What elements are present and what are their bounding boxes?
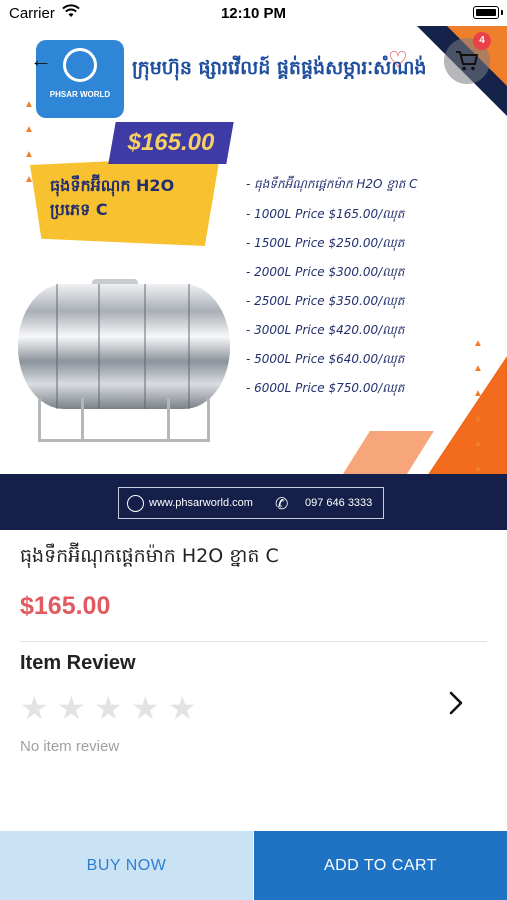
water-tank-illustration (18, 284, 230, 409)
chevron-right-icon (449, 691, 463, 715)
spec-row: - 2000L Price $300.00/ឈុត (246, 265, 405, 279)
spec-row: - 2500L Price $350.00/ឈុត (246, 294, 405, 308)
globe-icon (127, 495, 144, 512)
banner-price-tag: $165.00 (108, 122, 234, 164)
spec-row: - 1000L Price $165.00/ឈុត (246, 207, 405, 221)
back-arrow-icon: ← (30, 47, 52, 72)
cart-count-badge: 4 (473, 32, 491, 50)
product-image[interactable]: ▲▲▲▲ ▲▲▲▲▲▲▲ PHSAR WORLD ក្រុមហ៊ុន ផ្សារ… (0, 26, 507, 530)
heart-icon: ♡ (388, 47, 408, 72)
tank-ring (144, 284, 146, 409)
product-type-text: ធុងទឹកអ៊ីណុក H2O ប្រភេទ C (50, 176, 175, 219)
clock: 12:10 PM (220, 5, 287, 22)
divider (20, 641, 487, 642)
tank-stand (38, 398, 210, 442)
phone-text: 097 646 3333 (305, 497, 373, 509)
add-to-cart-button[interactable]: ADD TO CART (254, 831, 507, 900)
status-bar: Carrier 12:10 PM (0, 0, 507, 26)
product-price: $165.00 (20, 592, 111, 620)
phone-icon: ✆ (275, 496, 289, 513)
product-type-badge: ធុងទឹកអ៊ីណុក H2O ប្រភេទ C (30, 156, 220, 246)
spec-row: - 1500L Price $250.00/ឈុត (246, 236, 405, 250)
product-title: ធុងទឹកអ៊ីណុកផ្តេកម៉ាក H2O ខ្នាត C (20, 545, 279, 567)
spec-title: - ធុងទឹកអ៊ីណុកផ្តេកម៉ាក H2O ខ្នាត C (246, 177, 418, 191)
star-icon: ★ (20, 690, 49, 726)
spec-row: - 5000L Price $640.00/ឈុត (246, 352, 405, 366)
globe-logo-icon (63, 48, 97, 82)
rating-stars[interactable]: ★ ★ ★ ★ ★ (20, 690, 205, 726)
tank-ring (98, 284, 100, 409)
favorite-button[interactable]: ♡ (384, 46, 412, 74)
star-icon: ★ (57, 690, 86, 726)
back-button[interactable]: ← (30, 48, 60, 72)
no-review-text: No item review (20, 738, 120, 755)
cart-icon (455, 50, 479, 78)
banner-price: $165.00 (127, 129, 215, 156)
product-detail-screen: Carrier 12:10 PM ▲▲▲▲ ▲▲▲▲▲▲▲ PHSAR WORL… (0, 0, 507, 900)
battery-icon (473, 6, 499, 19)
star-icon: ★ (168, 690, 197, 726)
star-icon: ★ (94, 690, 123, 726)
spec-list: - ធុងទឹកអ៊ីណុកផ្តេកម៉ាក H2O ខ្នាត C - 10… (246, 176, 496, 409)
spec-row: - 3000L Price $420.00/ឈុត (246, 323, 405, 337)
tank-stand-leg (167, 398, 170, 442)
review-details-button[interactable] (444, 690, 468, 722)
brand-logo-text: PHSAR WORLD (49, 90, 111, 99)
tank-ring (56, 284, 58, 409)
tank-stand-leg (81, 398, 84, 442)
spec-row: - 6000L Price $750.00/ឈុត (246, 381, 405, 395)
battery-tip (501, 10, 503, 15)
item-review-heading: Item Review (20, 652, 136, 674)
star-icon: ★ (131, 690, 160, 726)
tank-ring (188, 284, 190, 409)
company-name: ក្រុមហ៊ុន ផ្សារវើលដ៍ ផ្គត់ផ្គង់សម្ភារៈសំ… (132, 57, 427, 79)
buy-now-button[interactable]: BUY NOW (0, 831, 253, 900)
contact-box: www.phsarworld.com ✆ 097 646 3333 (118, 487, 384, 519)
website-text: www.phsarworld.com (149, 497, 253, 509)
